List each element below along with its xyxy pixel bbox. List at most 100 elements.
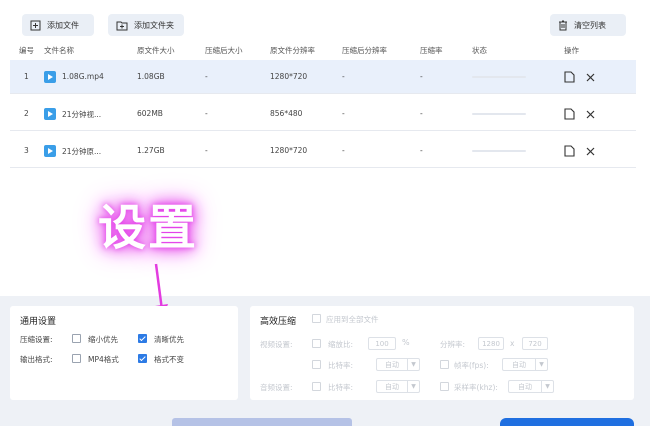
high-efficiency-title: 高效压缩 [260, 317, 297, 327]
add-folder-button[interactable]: 添加文件夹 [108, 14, 184, 36]
add-file-button[interactable]: 添加文件 [22, 14, 94, 36]
audio-setting-label: 音频设置: [260, 383, 293, 392]
file-icon[interactable] [562, 144, 576, 158]
video-bitrate-label: 比特率: [328, 361, 354, 370]
close-icon[interactable] [583, 70, 597, 84]
samplerate-value: 自动 [518, 382, 532, 391]
row-original-resolution: 1280*720 [270, 146, 308, 155]
fps-select[interactable]: 自动 ▼ [502, 358, 548, 371]
video-bitrate-select[interactable]: 自动 ▼ [376, 358, 420, 371]
row-number: 3 [24, 146, 29, 155]
header-original-size: 原文件大小 [137, 46, 175, 55]
table-row[interactable]: 2 21分钟视... 602MB - 856*480 - - [10, 97, 636, 131]
row-original-resolution: 1280*720 [270, 72, 308, 81]
video-bitrate-value: 自动 [385, 360, 399, 369]
chevron-down-icon: ▼ [535, 359, 547, 370]
row-filename: 1.08G.mp4 [62, 72, 104, 81]
row-filename: 21分钟原... [62, 147, 102, 156]
settings-annotation: 设置 [98, 200, 199, 256]
samplerate-label: 采样率(khz): [454, 383, 498, 392]
size-priority-label: 缩小优先 [88, 335, 118, 344]
row-compressed-size: - [205, 146, 208, 155]
row-compression-rate: - [420, 72, 423, 81]
resolution-label: 分辨率: [440, 340, 466, 349]
resolution-x-label: x [510, 339, 515, 348]
file-icon[interactable] [562, 70, 576, 84]
quality-priority-checkbox[interactable] [138, 334, 147, 343]
row-compression-rate: - [420, 146, 423, 155]
high-efficiency-panel: 高效压缩 应用到全部文件 视频设置: 缩放比: 100 % 分辨率: 1280 … [250, 306, 634, 400]
percent-label: % [402, 338, 410, 347]
keep-format-checkbox[interactable] [138, 354, 147, 363]
toolbar: 添加文件 添加文件夹 清空列表 [0, 0, 650, 42]
header-filename: 文件名称 [44, 46, 74, 55]
header-original-resolution: 原文件分辨率 [270, 46, 315, 55]
table-row[interactable]: 1 1.08G.mp4 1.08GB - 1280*720 - - [10, 60, 636, 94]
clear-list-button[interactable]: 清空列表 [550, 14, 626, 36]
progress-bar [472, 150, 526, 152]
header-number: 编号 [19, 46, 34, 55]
header-compressed-size: 压缩后大小 [205, 46, 243, 55]
row-compressed-resolution: - [342, 109, 345, 118]
row-original-size: 1.27GB [137, 146, 165, 155]
trash-icon [559, 20, 567, 30]
row-number: 2 [24, 109, 29, 118]
clear-list-label: 清空列表 [574, 20, 606, 30]
close-icon[interactable] [583, 107, 597, 121]
apply-all-checkbox[interactable] [312, 314, 321, 323]
table-row[interactable]: 3 21分钟原... 1.27GB - 1280*720 - - [10, 134, 636, 168]
mp4-format-checkbox[interactable] [72, 354, 81, 363]
start-compress-button[interactable] [500, 418, 634, 426]
resolution-height-input[interactable]: 720 [522, 337, 548, 350]
output-format-label: 输出格式: [20, 355, 53, 364]
scale-label: 缩放比: [328, 340, 354, 349]
general-settings-title: 通用设置 [20, 317, 57, 327]
row-filename: 21分钟视... [62, 110, 102, 119]
chevron-down-icon: ▼ [541, 381, 553, 392]
scale-checkbox[interactable] [312, 339, 321, 348]
header-compressed-resolution: 压缩后分辨率 [342, 46, 387, 55]
header-status: 状态 [472, 46, 487, 55]
add-file-label: 添加文件 [47, 20, 79, 30]
row-compressed-size: - [205, 109, 208, 118]
row-original-resolution: 856*480 [270, 109, 303, 118]
compress-setting-label: 压缩设置: [20, 335, 53, 344]
audio-bitrate-checkbox[interactable] [312, 382, 321, 391]
fps-value: 自动 [512, 360, 526, 369]
progress-bar [472, 76, 526, 78]
mp4-format-label: MP4格式 [88, 355, 119, 364]
video-bitrate-checkbox[interactable] [312, 360, 321, 369]
scale-input[interactable]: 100 [368, 337, 396, 350]
row-compressed-resolution: - [342, 72, 345, 81]
fps-checkbox[interactable] [440, 360, 449, 369]
fps-label: 帧率(fps): [454, 361, 489, 370]
general-settings-panel: 通用设置 压缩设置: 缩小优先 清晰优先 输出格式: MP4格式 格式不变 [10, 306, 238, 400]
samplerate-checkbox[interactable] [440, 382, 449, 391]
header-compression-rate: 压缩率 [420, 46, 443, 55]
video-file-icon [44, 145, 56, 157]
keep-format-label: 格式不变 [154, 355, 184, 364]
quality-priority-label: 清晰优先 [154, 335, 184, 344]
size-priority-checkbox[interactable] [72, 334, 81, 343]
row-compressed-resolution: - [342, 146, 345, 155]
file-icon[interactable] [562, 107, 576, 121]
samplerate-select[interactable]: 自动 ▼ [508, 380, 554, 393]
audio-bitrate-value: 自动 [385, 382, 399, 391]
row-original-size: 602MB [137, 109, 163, 118]
video-file-icon [44, 71, 56, 83]
video-setting-label: 视频设置: [260, 340, 293, 349]
progress-bar [472, 113, 526, 115]
add-folder-label: 添加文件夹 [134, 20, 174, 30]
bottom-secondary-button[interactable] [172, 418, 352, 426]
resolution-width-input[interactable]: 1280 [478, 337, 504, 350]
apply-all-label: 应用到全部文件 [326, 315, 379, 324]
row-original-size: 1.08GB [137, 72, 165, 81]
close-icon[interactable] [583, 144, 597, 158]
row-compressed-size: - [205, 72, 208, 81]
audio-bitrate-select[interactable]: 自动 ▼ [376, 380, 420, 393]
add-folder-icon [116, 21, 128, 30]
chevron-down-icon: ▼ [407, 381, 419, 392]
table-header: 编号 文件名称 原文件大小 压缩后大小 原文件分辨率 压缩后分辨率 压缩率 状态… [0, 42, 650, 58]
row-number: 1 [24, 72, 29, 81]
add-file-icon [30, 20, 41, 30]
